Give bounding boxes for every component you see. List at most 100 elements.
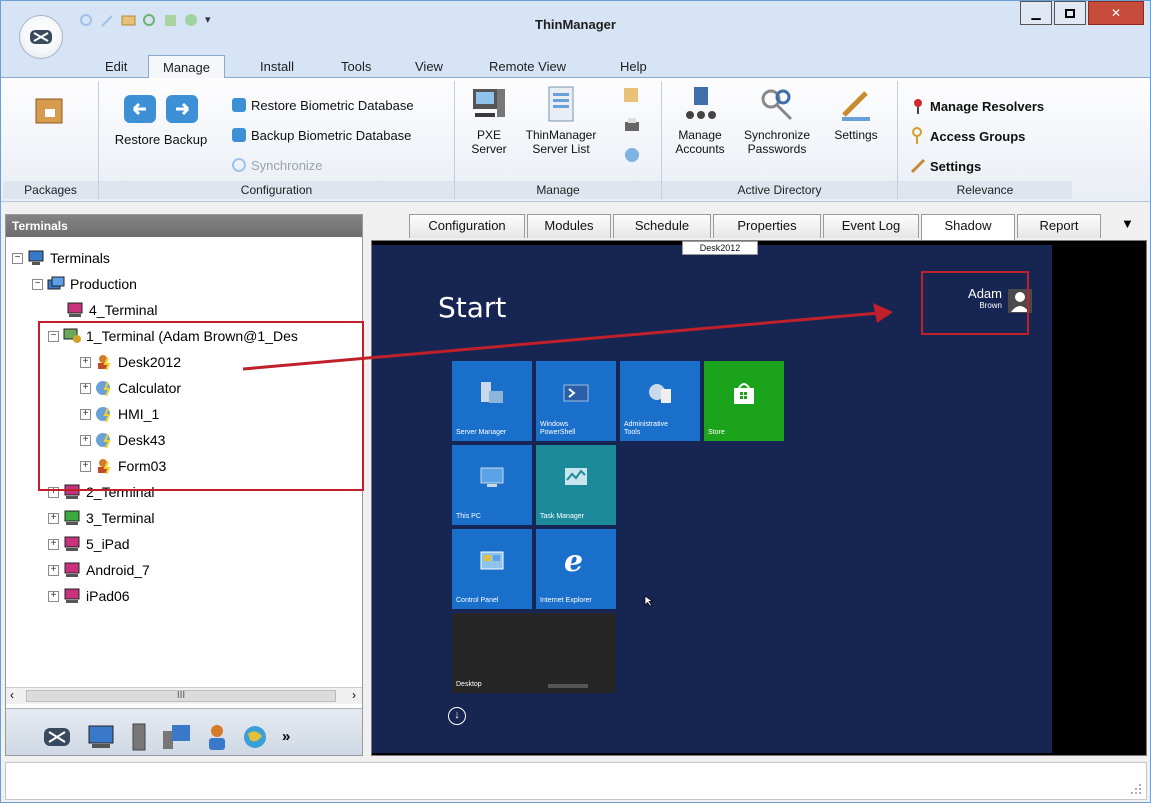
internet-explorer-icon: e (564, 545, 583, 575)
expand-toggle[interactable]: + (48, 512, 59, 524)
monitor-icon (28, 250, 44, 265)
collapse-toggle[interactable]: − (12, 252, 23, 264)
sync-passwords-line2: Passwords (747, 142, 807, 156)
tile-label: Administrative Tools (624, 421, 668, 437)
tab-install[interactable]: Install (260, 59, 294, 74)
expand-toggle[interactable]: + (48, 564, 59, 576)
manage-accounts-line1: Manage (678, 128, 722, 142)
display-servers-tree-icon[interactable] (162, 723, 192, 751)
ad-settings-button[interactable]: Settings (826, 85, 886, 142)
close-button[interactable]: ✕ (1088, 1, 1144, 25)
maximize-icon (1065, 8, 1075, 18)
tile-label: Store (708, 429, 725, 436)
tab-tools[interactable]: Tools (341, 59, 371, 74)
expand-toggle[interactable]: + (48, 590, 59, 602)
edit-doc-icon[interactable] (623, 87, 641, 103)
tab-schedule[interactable]: Schedule (613, 214, 711, 238)
tree-node-ipad06[interactable]: + iPad06 (48, 585, 130, 607)
tab-view[interactable]: View (415, 59, 443, 74)
locations-tree-icon[interactable] (242, 724, 268, 750)
collapse-toggle[interactable]: − (32, 278, 43, 290)
tree-node-5-ipad[interactable]: + 5_iPad (48, 533, 130, 555)
tab-configuration[interactable]: Configuration (409, 214, 525, 238)
all-apps-arrow-icon[interactable]: ↓ (448, 707, 466, 725)
tree-node-4-terminal[interactable]: 4_Terminal (66, 299, 157, 321)
check-icon[interactable] (623, 147, 641, 163)
session-label: Desk2012 (682, 241, 758, 255)
group-monitor-icon (47, 276, 65, 290)
relevance-settings-label: Settings (930, 158, 982, 174)
group-label: Manage (455, 181, 661, 199)
tab-properties[interactable]: Properties (713, 214, 821, 238)
more-icon[interactable]: » (282, 724, 290, 750)
panel-header: Terminals (6, 215, 362, 237)
tree-node-terminals-root[interactable]: − Terminals (12, 247, 110, 269)
tile-internet-explorer[interactable]: e Internet Explorer (536, 529, 616, 609)
tree-label: Terminals (50, 250, 110, 266)
tab-modules[interactable]: Modules (527, 214, 611, 238)
minimize-button[interactable]: ▁ (1020, 1, 1052, 25)
synchronize-icon (232, 158, 246, 172)
detail-tabs: Configuration Modules Schedule Propertie… (369, 214, 1149, 240)
servers-tree-icon[interactable] (130, 723, 148, 751)
scroll-right-icon[interactable]: › (352, 688, 356, 702)
tile-desktop[interactable]: Desktop (452, 613, 616, 693)
tab-shadow[interactable]: Shadow (921, 214, 1015, 240)
maximize-button[interactable] (1054, 1, 1086, 25)
group-label: Relevance (898, 181, 1072, 199)
manage-resolvers-button[interactable]: Manage Resolvers (910, 97, 1044, 115)
expand-toggle[interactable]: + (48, 538, 59, 550)
tile-control-panel[interactable]: Control Panel (452, 529, 532, 609)
tree-node-3-terminal[interactable]: + 3_Terminal (48, 507, 154, 529)
synchronize-button[interactable]: Synchronize (231, 157, 323, 173)
terminals-tree-icon[interactable] (86, 724, 116, 750)
server-list-button[interactable]: ThinManager Server List (517, 85, 605, 156)
access-groups-label: Access Groups (930, 128, 1026, 144)
horizontal-scrollbar[interactable]: ‹ III › (6, 687, 362, 704)
print-icon[interactable] (623, 117, 641, 133)
access-groups-button[interactable]: Access Groups (910, 127, 1025, 145)
scroll-thumb[interactable]: III (26, 690, 336, 702)
tile-task-manager[interactable]: Task Manager (536, 445, 616, 525)
synchronize-passwords-button[interactable]: Synchronize Passwords (734, 85, 820, 156)
manage-resolvers-label: Manage Resolvers (930, 98, 1045, 114)
tab-remote-view[interactable]: Remote View (489, 59, 566, 74)
tree-label: 5_iPad (86, 536, 130, 552)
annotation-arrow-icon (242, 303, 893, 371)
powershell-icon (563, 384, 589, 402)
pxe-server-button[interactable]: PXE Server (469, 85, 509, 156)
application-menu-button[interactable] (19, 15, 63, 59)
tile-this-pc[interactable]: This PC (452, 445, 532, 525)
tree-node-production[interactable]: − Production (32, 273, 137, 295)
ribbon-tabs: Edit Manage Install Tools View Remote Vi… (1, 53, 1150, 79)
terminal-red-icon (64, 588, 80, 603)
tab-manage[interactable]: Manage (148, 55, 225, 79)
backup-biometric-button[interactable]: Backup Biometric Database (231, 127, 411, 143)
tab-event-log[interactable]: Event Log (823, 214, 919, 238)
window-controls: ▁ ✕ (1018, 1, 1144, 25)
users-tree-icon[interactable] (206, 723, 228, 751)
packages-button[interactable] (33, 95, 65, 130)
scroll-left-icon[interactable]: ‹ (10, 688, 14, 702)
thinmanager-tree-icon[interactable] (42, 724, 72, 750)
relevance-settings-button[interactable]: Settings (910, 157, 981, 175)
resize-grip-icon[interactable] (1130, 783, 1142, 795)
tile-label-line1: Windows (540, 421, 569, 428)
restore-biometric-button[interactable]: Restore Biometric Database (231, 97, 414, 113)
tab-overflow-icon[interactable]: ▼ (1121, 216, 1134, 231)
tab-edit[interactable]: Edit (105, 59, 127, 74)
tab-report[interactable]: Report (1017, 214, 1101, 238)
restore-backup-label: Restore Backup (114, 132, 208, 147)
tree-selector-icons: » (42, 723, 290, 751)
tab-help[interactable]: Help (620, 59, 647, 74)
windows-server-badge (548, 684, 588, 688)
thinmanager-logo-icon (30, 30, 52, 44)
keys-icon (761, 89, 793, 121)
tree-node-android-7[interactable]: + Android_7 (48, 559, 150, 581)
manage-accounts-button[interactable]: Manage Accounts (670, 85, 730, 156)
restore-backup-button[interactable]: Restore Backup (109, 91, 213, 147)
pxe-server-icon (473, 89, 505, 117)
tree-label: Android_7 (86, 562, 150, 578)
tree-label: 4_Terminal (89, 302, 158, 318)
tree-selector-bar: » (6, 708, 362, 755)
